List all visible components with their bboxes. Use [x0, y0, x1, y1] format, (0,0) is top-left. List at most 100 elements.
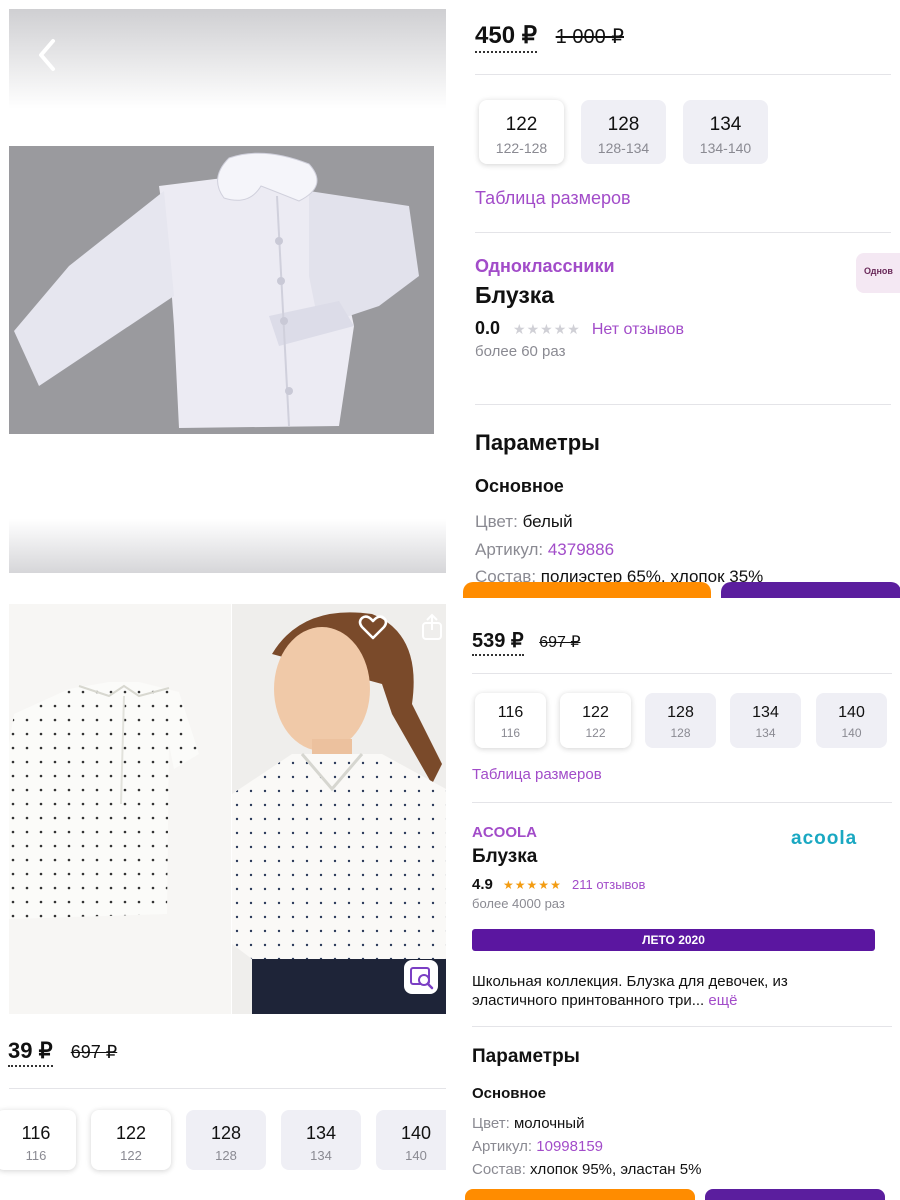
brand-logo[interactable]: acoola: [791, 828, 875, 850]
brand-logo[interactable]: Однов: [856, 253, 900, 293]
params-section: Основное: [472, 1085, 547, 1102]
current-price: 450 ₽: [475, 24, 537, 53]
back-button[interactable]: [33, 35, 63, 75]
product-info-panel-2: 539 ₽ 697 ₽ 116 116 122 122 128 128 134 …: [455, 604, 900, 1200]
rating-value: 4.9: [472, 876, 493, 893]
size-option[interactable]: 122 122: [560, 693, 631, 748]
param-row: Цвет: молочный: [472, 1115, 584, 1132]
old-price: 1 000 ₽: [555, 26, 624, 48]
brand-logo-text: Однов: [864, 266, 893, 276]
size-option[interactable]: 128 128: [186, 1110, 266, 1170]
size-main: 116: [497, 704, 524, 721]
param-row: Артикул: 10998159: [472, 1138, 603, 1155]
divider: [9, 1088, 446, 1089]
size-option[interactable]: 128 128-134: [581, 100, 666, 164]
favorite-button[interactable]: [358, 612, 388, 642]
param-label: Состав:: [472, 1161, 526, 1178]
price-row: 450 ₽ 1 000 ₽: [475, 22, 624, 53]
size-range: 122: [120, 1148, 142, 1163]
add-to-cart-button[interactable]: [465, 1189, 695, 1200]
size-option[interactable]: 122 122: [91, 1110, 171, 1170]
share-button[interactable]: [418, 612, 446, 642]
param-row: Цвет: белый: [475, 512, 573, 532]
size-range: 116: [25, 1148, 47, 1163]
old-price: 697 ₽: [70, 1042, 118, 1062]
product-image-flat: [9, 604, 231, 1014]
brand-logo-text: acoola: [791, 828, 858, 849]
size-range: 116: [500, 726, 521, 740]
size-option[interactable]: 140 140: [376, 1110, 446, 1170]
param-row: Состав: хлопок 95%, эластан 5%: [472, 1161, 701, 1178]
size-option[interactable]: 134 134-140: [683, 100, 768, 164]
size-main: 134: [709, 114, 742, 135]
size-range: 134: [755, 726, 776, 740]
rating-stars: ★★★★★: [503, 878, 562, 892]
brand-link[interactable]: Одноклассники: [475, 256, 615, 277]
size-option[interactable]: 128 128: [645, 693, 716, 748]
product-info-panel-1: 450 ₽ 1 000 ₽ 122 122-128 128 128-134 13…: [455, 0, 900, 598]
current-price: 539 ₽: [472, 631, 524, 656]
size-option[interactable]: 122 122-128: [479, 100, 564, 164]
reviews-link[interactable]: 211 отзывов: [572, 877, 645, 892]
size-main: 140: [838, 704, 865, 721]
reviews-link[interactable]: Нет отзывов: [592, 321, 684, 338]
size-option[interactable]: 134 134: [281, 1110, 361, 1170]
product-photo-panel-1: [9, 9, 446, 573]
size-main: 122: [505, 114, 538, 135]
description-text: Школьная коллекция. Блузка для девочек, …: [472, 973, 788, 1009]
chevron-left-icon: [39, 39, 55, 71]
add-to-cart-button[interactable]: [463, 582, 711, 598]
photo-bottom-gradient: [9, 519, 446, 573]
size-range: 134: [310, 1148, 332, 1163]
size-main: 122: [582, 704, 609, 721]
param-value: молочный: [513, 1115, 585, 1132]
size-main: 134: [752, 704, 779, 721]
size-range: 128: [215, 1148, 237, 1163]
product-panel-2: 39 ₽ 697 ₽ 116 116 122 122 128 128 134 1…: [0, 604, 446, 1200]
article-link[interactable]: 4379886: [548, 540, 614, 559]
current-price: 39 ₽: [8, 1040, 53, 1067]
params-title: Параметры: [472, 1046, 580, 1067]
season-badge: ЛЕТО 2020: [472, 929, 875, 951]
bought-count: более 60 раз: [475, 343, 566, 360]
brand-link[interactable]: ACOOLA: [472, 824, 537, 841]
divider: [475, 74, 891, 75]
price-row: 539 ₽ 697 ₽: [472, 630, 581, 656]
size-main: 140: [400, 1123, 432, 1143]
bought-count: более 4000 раз: [472, 896, 565, 911]
buy-now-button[interactable]: [705, 1189, 885, 1200]
size-option[interactable]: 116 116: [475, 693, 546, 748]
image-search-button[interactable]: [404, 960, 438, 994]
more-link[interactable]: ещё: [708, 992, 737, 1009]
size-option[interactable]: 140 140: [816, 693, 887, 748]
season-badge-text: ЛЕТО 2020: [642, 933, 705, 947]
photo-top-gradient: [9, 9, 446, 109]
param-value: хлопок 95%, эластан 5%: [530, 1161, 702, 1178]
params-section: Основное: [475, 476, 564, 496]
size-range: 128-134: [597, 140, 650, 156]
size-main: 128: [667, 704, 694, 721]
rating-stars: ★★★★★: [513, 321, 581, 337]
product-image: [9, 146, 434, 434]
param-label: Артикул:: [475, 540, 544, 559]
article-link[interactable]: 10998159: [536, 1138, 603, 1155]
divider: [472, 1026, 892, 1027]
size-option[interactable]: 134 134: [730, 693, 801, 748]
rating-row: 4.9 ★★★★★ 211 отзывов: [472, 876, 645, 893]
size-main: 134: [305, 1123, 337, 1143]
buy-now-button[interactable]: [721, 582, 900, 598]
size-main: 122: [115, 1123, 147, 1143]
divider: [475, 232, 891, 233]
size-range: 134-140: [699, 140, 752, 156]
param-label: Цвет:: [475, 512, 518, 531]
size-option[interactable]: 116 116: [0, 1110, 76, 1170]
size-main: 128: [210, 1123, 242, 1143]
size-table-link[interactable]: Таблица размеров: [472, 766, 602, 783]
rating-row: 0.0 ★★★★★ Нет отзывов: [475, 318, 684, 339]
price-row: 39 ₽ 697 ₽: [8, 1038, 117, 1067]
image-search-icon: [410, 967, 434, 990]
size-range: 140: [405, 1148, 427, 1163]
size-table-link[interactable]: Таблица размеров: [475, 188, 631, 209]
product-image-model: [232, 604, 446, 1014]
divider: [475, 404, 891, 405]
